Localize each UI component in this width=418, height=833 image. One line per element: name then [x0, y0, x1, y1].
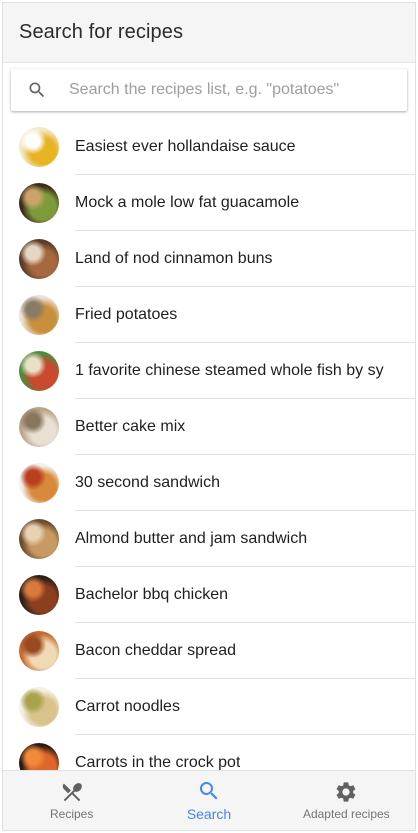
recipe-thumbnail	[19, 239, 59, 279]
recipe-name: Bachelor bbq chicken	[75, 586, 228, 603]
list-item[interactable]: Easiest ever hollandaise sauce	[3, 119, 415, 175]
nav-search[interactable]: Search	[140, 771, 277, 830]
recipe-name: Land of nod cinnamon buns	[75, 250, 273, 267]
search-icon	[197, 779, 221, 803]
search-input[interactable]	[69, 81, 407, 99]
list-item[interactable]: Carrot noodles	[3, 679, 415, 735]
list-item[interactable]: Carrots in the crock pot	[3, 735, 415, 770]
app-header: Search for recipes	[3, 3, 415, 63]
recipe-name: Fried potatoes	[75, 306, 178, 323]
nav-adapted-recipes-label: Adapted recipes	[302, 807, 390, 821]
list-item[interactable]: 30 second sandwich	[3, 455, 415, 511]
recipe-thumbnail	[19, 407, 59, 447]
recipe-thumbnail	[19, 127, 59, 167]
nav-recipes[interactable]: Recipes	[3, 771, 140, 830]
app-frame: Search for recipes Easiest ever hollanda…	[2, 2, 416, 831]
list-item[interactable]: Almond butter and jam sandwich	[3, 511, 415, 567]
recipe-thumbnail	[19, 631, 59, 671]
list-item[interactable]: Bachelor bbq chicken	[3, 567, 415, 623]
recipe-thumbnail	[19, 183, 59, 223]
recipe-name: 30 second sandwich	[75, 474, 220, 491]
recipe-name: Carrots in the crock pot	[75, 754, 241, 770]
list-item[interactable]: Land of nod cinnamon buns	[3, 231, 415, 287]
list-item[interactable]: Fried potatoes	[3, 287, 415, 343]
list-item[interactable]: 1 favorite chinese steamed whole fish by…	[3, 343, 415, 399]
recipe-thumbnail	[19, 519, 59, 559]
list-item[interactable]: Better cake mix	[3, 399, 415, 455]
fork-knife-icon	[60, 780, 84, 804]
recipe-thumbnail	[19, 463, 59, 503]
nav-adapted-recipes[interactable]: Adapted recipes	[278, 771, 415, 830]
recipe-name: 1 favorite chinese steamed whole fish by…	[75, 362, 384, 379]
page-title: Search for recipes	[19, 21, 184, 43]
recipe-thumbnail	[19, 575, 59, 615]
recipe-name: Better cake mix	[75, 418, 186, 435]
recipe-thumbnail	[19, 351, 59, 391]
recipe-list: Easiest ever hollandaise sauce Mock a mol…	[3, 119, 415, 770]
recipe-thumbnail	[19, 743, 59, 770]
recipe-name: Easiest ever hollandaise sauce	[75, 138, 296, 155]
gear-icon	[334, 780, 358, 804]
search-bar[interactable]	[11, 69, 407, 111]
list-item[interactable]: Mock a mole low fat guacamole	[3, 175, 415, 231]
nav-recipes-label: Recipes	[49, 807, 94, 821]
recipe-thumbnail	[19, 687, 59, 727]
list-item[interactable]: Bacon cheddar spread	[3, 623, 415, 679]
nav-search-label: Search	[186, 806, 232, 822]
search-icon	[27, 80, 47, 100]
recipe-name: Mock a mole low fat guacamole	[75, 194, 300, 211]
recipe-name: Bacon cheddar spread	[75, 642, 236, 659]
bottom-navigation: Recipes Search Adapted recipes	[3, 770, 415, 830]
recipe-thumbnail	[19, 295, 59, 335]
recipe-name: Almond butter and jam sandwich	[75, 530, 308, 547]
recipe-name: Carrot noodles	[75, 698, 180, 715]
